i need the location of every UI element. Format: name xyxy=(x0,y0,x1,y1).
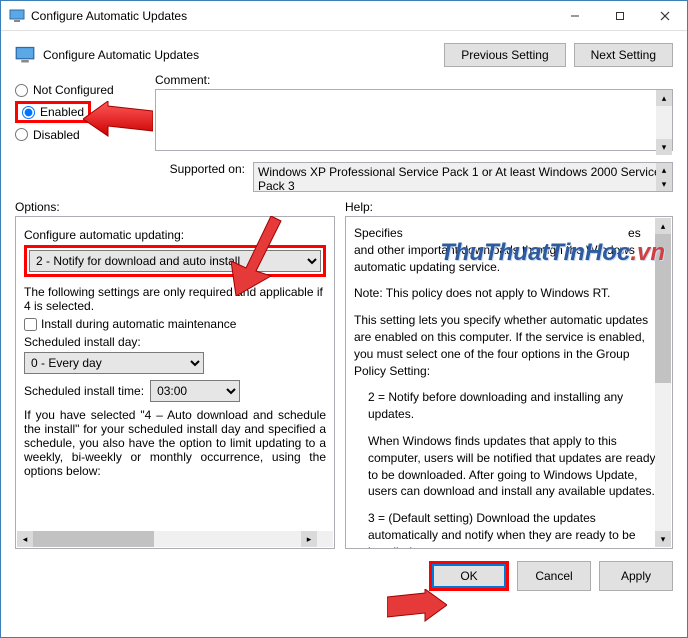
ok-button[interactable]: OK xyxy=(432,564,506,588)
scheduled-install-day-label: Scheduled install day: xyxy=(24,335,326,349)
scroll-corner xyxy=(317,531,333,547)
scheduled-install-day-select[interactable]: 0 - Every day xyxy=(24,352,204,374)
help-text-p4: 2 = Notify before downloading and instal… xyxy=(368,389,664,423)
configure-automatic-updating-label: Configure automatic updating: xyxy=(24,228,326,242)
titlebar: Configure Automatic Updates xyxy=(1,1,687,31)
minimize-button[interactable] xyxy=(552,1,597,31)
configure-automatic-updating-select[interactable]: 2 - Notify for download and auto install xyxy=(29,250,321,272)
help-text-p2: Note: This policy does not apply to Wind… xyxy=(354,285,664,302)
supported-scrollbar[interactable]: ▴▾ xyxy=(656,163,672,191)
radio-disabled-input[interactable] xyxy=(15,128,28,141)
comment-textarea[interactable] xyxy=(155,89,673,151)
dialog-button-row: OK Cancel Apply xyxy=(1,555,687,597)
help-text-p1: Specifies xxxxxxxxxxxxxxxxxxxxxxxxxxxxxx… xyxy=(354,225,664,275)
header-row: Configure Automatic Updates Previous Set… xyxy=(1,31,687,73)
cancel-button[interactable]: Cancel xyxy=(517,561,591,591)
main-row: Options: Configure automatic updating: 2… xyxy=(1,200,687,555)
options-wrap: Options: Configure automatic updating: 2… xyxy=(15,200,335,549)
help-label: Help: xyxy=(345,200,673,214)
help-text-p3: This setting lets you specify whether au… xyxy=(354,312,664,379)
scheduled-install-time-label: Scheduled install time: xyxy=(24,384,144,398)
annotation-enabled-highlight: Enabled xyxy=(15,101,91,123)
help-pane: Specifies xxxxxxxxxxxxxxxxxxxxxxxxxxxxxx… xyxy=(345,216,673,549)
close-button[interactable] xyxy=(642,1,687,31)
titlebar-text: Configure Automatic Updates xyxy=(31,9,552,23)
policy-setting-icon xyxy=(9,8,25,24)
scheduled-install-time-row: Scheduled install time: 03:00 xyxy=(24,380,326,402)
supported-on-text: Windows XP Professional Service Pack 1 o… xyxy=(253,162,673,192)
previous-setting-button[interactable]: Previous Setting xyxy=(444,43,565,67)
radio-disabled[interactable]: Disabled xyxy=(15,128,155,142)
annotation-select-highlight: 2 - Notify for download and auto install xyxy=(24,245,326,277)
radio-not-configured[interactable]: Not Configured xyxy=(15,83,155,97)
options-label: Options: xyxy=(15,200,335,214)
options-pane: Configure automatic updating: 2 - Notify… xyxy=(15,216,335,549)
option-selected-note: If you have selected "4 – Auto download … xyxy=(24,408,326,478)
maximize-button[interactable] xyxy=(597,1,642,31)
comment-column: Comment: ▴▾ Supported on: Windows XP Pro… xyxy=(155,73,673,192)
policy-title: Configure Automatic Updates xyxy=(43,48,436,62)
next-setting-button[interactable]: Next Setting xyxy=(574,43,673,67)
apply-button[interactable]: Apply xyxy=(599,561,673,591)
radio-enabled-input[interactable] xyxy=(22,106,35,119)
gpedit-dialog-window: Configure Automatic Updates Configure Au… xyxy=(0,0,688,638)
options-hscrollbar[interactable]: ◂▸ xyxy=(17,531,317,547)
help-wrap: Help: Specifies xxxxxxxxxxxxxxxxxxxxxxxx… xyxy=(345,200,673,549)
required-note-text: The following settings are only required… xyxy=(24,285,326,313)
window-controls xyxy=(552,1,687,31)
top-section: Not Configured Enabled Disabled Comment:… xyxy=(1,73,687,200)
help-text-p6: 3 = (Default setting) Download the updat… xyxy=(368,510,664,549)
install-during-maintenance-checkbox[interactable]: Install during automatic maintenance xyxy=(24,317,326,331)
radio-enabled[interactable]: Enabled xyxy=(22,105,84,119)
comment-scrollbar[interactable]: ▴▾ xyxy=(656,90,672,155)
supported-row: Supported on: Windows XP Professional Se… xyxy=(155,162,673,192)
radio-not-configured-input[interactable] xyxy=(15,84,28,97)
help-text-p5: When Windows finds updates that apply to… xyxy=(368,433,664,500)
supported-on-label: Supported on: xyxy=(155,162,245,176)
scheduled-install-time-select[interactable]: 03:00 xyxy=(150,380,240,402)
state-column: Not Configured Enabled Disabled xyxy=(15,73,155,192)
policy-setting-icon xyxy=(15,45,35,65)
help-vscrollbar[interactable]: ▴▾ xyxy=(655,218,671,547)
install-during-maintenance-input[interactable] xyxy=(24,318,37,331)
comment-label: Comment: xyxy=(155,73,673,87)
annotation-ok-highlight: OK xyxy=(429,561,509,591)
